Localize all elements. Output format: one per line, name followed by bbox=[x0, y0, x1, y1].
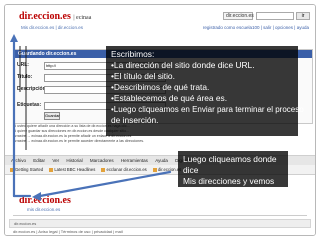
menu-marcadores[interactable]: Marcadores bbox=[90, 158, 114, 163]
bookmark-label: Getting Started bbox=[15, 167, 44, 172]
go-button[interactable]: ir bbox=[296, 12, 310, 20]
url-label: URL: bbox=[17, 62, 29, 68]
site-select[interactable]: dir.eccion.es bbox=[223, 12, 254, 20]
callout-line: de inserción. bbox=[111, 115, 159, 125]
description-label: Descripción: bbox=[17, 86, 48, 92]
menu-ayuda[interactable]: Ayuda bbox=[155, 158, 168, 163]
bookmark-getting-started[interactable]: Getting Started bbox=[10, 167, 43, 172]
site-logo[interactable]: dir.eccion.es | ecinaa bbox=[19, 11, 91, 22]
bookmark-bbc[interactable]: Latest BBC Headlines bbox=[49, 167, 95, 172]
bookmark-icon bbox=[152, 167, 157, 172]
callout-line: •Luego cliqueamos en Enviar para termina… bbox=[111, 105, 304, 114]
site-logo-bottom[interactable]: dir.eccion.es bbox=[19, 195, 71, 206]
callout-line: •Establecemos de qué área es. bbox=[111, 93, 228, 103]
divider bbox=[13, 215, 307, 216]
bookmark-icon bbox=[49, 167, 54, 172]
tags-label: Etiquetas: bbox=[17, 102, 42, 108]
my-links-callout: Luego cliqueamos donde dice Mis direccio… bbox=[178, 151, 288, 208]
callout-line: •La dirección del sitio donde dice URL. bbox=[111, 60, 255, 70]
my-links-link[interactable]: mis dir.eccion.es bbox=[27, 207, 60, 212]
bookmark-ecclanar[interactable]: ecclanar dir.eccion.es bbox=[101, 167, 147, 172]
bookmark-direccion[interactable]: dir.eccion.es bbox=[152, 167, 181, 172]
callout-line: los sitios que tenemos.. bbox=[183, 198, 271, 208]
bookmark-label: ecclanar dir.eccion.es bbox=[106, 167, 147, 172]
site-header: dir.eccion.es | ecinaa Mis dir.eccion.es… bbox=[5, 5, 315, 49]
logo-text: dir.eccion.es bbox=[19, 11, 71, 22]
menu-editar[interactable]: Editar bbox=[33, 158, 45, 163]
callout-line: Escribimos: bbox=[111, 49, 155, 59]
callout-line: Luego cliqueamos donde dice bbox=[183, 154, 277, 175]
site-search-input[interactable] bbox=[256, 12, 294, 20]
logo-suffix: | ecinaa bbox=[73, 15, 92, 21]
logo-text: dir.eccion.es bbox=[19, 195, 71, 206]
menu-herramientas[interactable]: Herramientas bbox=[121, 158, 148, 163]
bookmark-icon bbox=[101, 167, 106, 172]
bookmark-icon bbox=[10, 167, 14, 172]
bookmark-label: Latest BBC Headlines bbox=[54, 167, 96, 172]
save-button[interactable]: Guardar bbox=[44, 112, 60, 120]
callout-line: •El título del sitio. bbox=[111, 71, 175, 81]
menu-ver[interactable]: Ver bbox=[52, 158, 59, 163]
footer-links[interactable]: dir.eccion.es | Aviso legal | Términos d… bbox=[13, 229, 123, 234]
menu-historial[interactable]: Historial bbox=[66, 158, 82, 163]
title-label: Título: bbox=[17, 74, 33, 80]
callout-line: Mis direcciones y vemos todos bbox=[183, 176, 275, 197]
help-line[interactable]: Arrastre → ecinaa.dir.eccion.es le permi… bbox=[13, 139, 309, 144]
content-bar: dir.eccion.es bbox=[9, 219, 311, 228]
instructions-callout: Escribimos: •La dirección del sitio dond… bbox=[106, 46, 304, 136]
menu-archivo[interactable]: Archivo bbox=[11, 158, 26, 163]
user-links[interactable]: registrado como escuela100 | salir | opc… bbox=[203, 25, 309, 30]
callout-line: •Describimos de qué trata. bbox=[111, 82, 210, 92]
site-tagline[interactable]: Mis dir.eccion.es | dir.eccion.es bbox=[21, 25, 83, 30]
